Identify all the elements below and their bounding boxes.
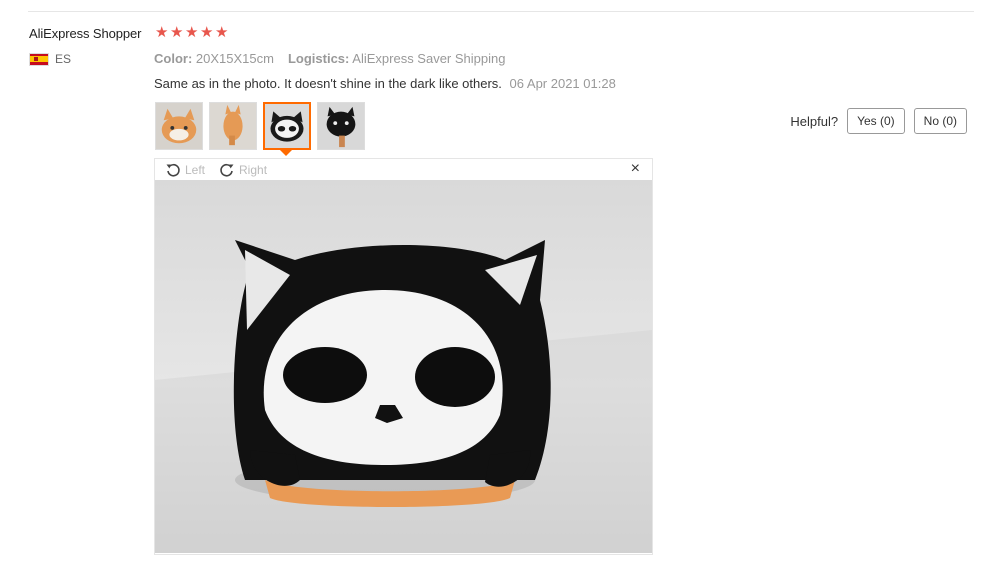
review-thumbnail[interactable]	[317, 102, 365, 150]
reviewer-country: ES	[29, 52, 71, 66]
spain-flag-icon	[29, 52, 49, 66]
star-icon: ★	[200, 24, 214, 41]
color-value: 20X15X15cm	[195, 51, 274, 66]
helpful-no-button[interactable]: No (0)	[913, 108, 967, 134]
rotate-left-icon	[166, 163, 180, 177]
skull-cat-plush-icon	[265, 104, 309, 148]
viewer-toolbar: Left Right ×	[155, 159, 652, 180]
star-icon: ★	[170, 24, 184, 41]
star-icon: ★	[185, 24, 199, 41]
review-thumbnail[interactable]	[155, 102, 203, 150]
top-divider	[28, 11, 974, 12]
review-photo	[155, 180, 652, 553]
active-thumb-pointer	[280, 150, 292, 156]
orange-cat-plush-icon	[156, 103, 202, 149]
rotate-right-button[interactable]: Right	[219, 162, 267, 178]
review-thumbnail[interactable]	[209, 102, 257, 150]
helpful-yes-button[interactable]: Yes (0)	[847, 108, 905, 134]
helpful-label: Helpful?	[790, 113, 839, 129]
review-thumbnail-active[interactable]	[263, 102, 311, 150]
skull-cat-plush-photo	[155, 180, 652, 553]
helpful-section: Helpful? Yes (0) No (0)	[790, 108, 967, 134]
rotate-right-label: Right	[239, 162, 268, 177]
black-cat-plush-icon	[318, 103, 364, 149]
review-text: Same as in the photo. It doesn't shine i…	[154, 76, 502, 91]
rotate-left-button[interactable]: Left	[165, 162, 205, 178]
star-icon: ★	[155, 24, 169, 41]
review-date: 06 Apr 2021 01:28	[509, 76, 616, 91]
review-text-line: Same as in the photo. It doesn't shine i…	[154, 76, 616, 91]
review-thumbnails	[155, 102, 365, 150]
reviewer-info: AliExpress Shopper ★ ★ ★ ★ ★ ES	[29, 25, 228, 66]
review-attributes: Color: 20X15X15cm Logistics: AliExpress …	[154, 51, 505, 66]
logistics-label: Logistics:	[287, 51, 350, 66]
logistics-value: AliExpress Saver Shipping	[352, 51, 506, 66]
orange-cat-plush-side-icon	[210, 103, 256, 149]
reviewer-name: AliExpress Shopper	[29, 26, 142, 42]
close-icon[interactable]: ×	[631, 161, 640, 177]
rating-stars: ★ ★ ★ ★ ★	[155, 24, 229, 41]
rotate-left-label: Left	[185, 162, 206, 177]
image-viewer: Left Right ×	[154, 158, 653, 555]
color-label: Color:	[154, 51, 193, 66]
star-icon: ★	[215, 24, 229, 41]
country-code: ES	[55, 52, 72, 66]
rotate-right-icon	[220, 163, 234, 177]
